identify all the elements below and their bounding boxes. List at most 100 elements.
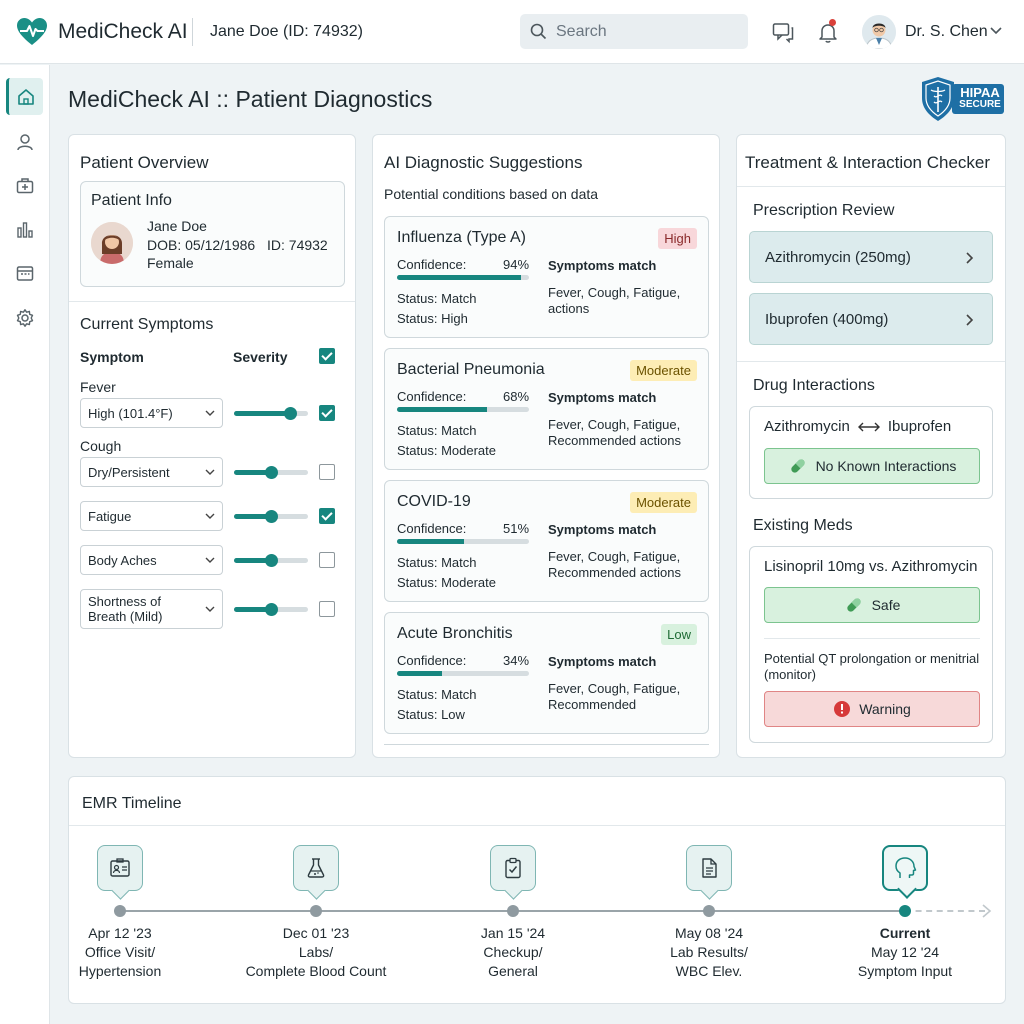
safe-label: Safe — [871, 597, 901, 613]
symptom-select[interactable]: Dry/Persistent — [80, 457, 223, 487]
symptom-checkbox[interactable] — [319, 508, 335, 524]
doctor-avatar-icon — [862, 15, 896, 49]
user-name[interactable]: Dr. S. Chen — [905, 23, 988, 41]
no-interactions-label: No Known Interactions — [815, 458, 957, 474]
likelihood-badge: Moderate — [630, 360, 697, 381]
prescription-item[interactable]: Azithromycin (250mg) — [749, 231, 993, 283]
notifications-button[interactable] — [816, 19, 840, 44]
confidence-label: Confidence: — [397, 653, 467, 668]
search-input[interactable] — [556, 14, 742, 49]
diagnosis-card[interactable]: Bacterial Pneumonia Moderate Confidence:… — [384, 348, 709, 470]
event-date: May 08 '24 — [674, 925, 744, 941]
symptom-select[interactable]: Body Aches — [80, 545, 223, 575]
no-interactions-status[interactable]: No Known Interactions — [764, 448, 980, 484]
card-title: Patient Overview — [80, 153, 209, 172]
sidebar-item-calendar[interactable] — [6, 254, 43, 291]
severity-slider[interactable] — [234, 407, 308, 420]
symptoms-match-title: Symptoms match — [548, 390, 657, 405]
id-card-icon — [110, 858, 130, 877]
chevron-down-icon — [205, 513, 215, 519]
chevron-down-icon[interactable] — [990, 26, 1002, 36]
drug-a: Azithromycin — [764, 418, 850, 435]
sidebar-item-analytics[interactable] — [6, 211, 43, 248]
symptoms-match-title: Symptoms match — [548, 258, 657, 273]
event-type: Office Visit/ — [84, 944, 156, 960]
divider — [737, 186, 1005, 187]
select-value: High (101.4°F) — [88, 405, 173, 421]
medical-kit-icon — [16, 177, 33, 193]
severity-slider[interactable] — [234, 510, 308, 523]
safe-status[interactable]: Safe — [764, 587, 980, 623]
severity-slider[interactable] — [234, 466, 308, 479]
sidebar — [0, 65, 50, 1024]
event-detail: Symptom Input — [857, 963, 953, 979]
symptom-checkbox[interactable] — [319, 552, 335, 568]
timeline-event-icon[interactable] — [293, 845, 339, 891]
swap-arrows-icon — [857, 422, 880, 431]
chevron-down-icon — [205, 606, 215, 612]
symptoms-match-title: Symptoms match — [548, 654, 657, 669]
diagnosis-name: Acute Bronchitis — [397, 625, 513, 642]
symptom-select[interactable]: Shortness of Breath (Mild) — [80, 589, 223, 629]
divider — [764, 638, 980, 639]
sidebar-item-settings[interactable] — [6, 299, 43, 336]
symptom-checkbox[interactable] — [319, 601, 335, 617]
event-date: Dec 01 '23 — [282, 925, 350, 941]
status-match: Status: Match — [397, 555, 477, 570]
status-match: Status: Match — [397, 687, 477, 702]
timeline-dot-current — [899, 905, 911, 917]
symptoms-match-text: Fever, Cough, Fatigue, actions — [548, 285, 681, 316]
existing-med-pair: Lisinopril 10mg vs. Azithromycin — [764, 558, 978, 575]
select-all-checkbox[interactable] — [319, 348, 335, 364]
warning-status[interactable]: Warning — [764, 691, 980, 727]
chevron-right-icon — [966, 252, 974, 264]
user-avatar[interactable] — [862, 15, 896, 49]
symptoms-match-text: Fever, Cough, Fatigue, Recommended — [548, 681, 681, 712]
prescription-name: Ibuprofen (400mg) — [765, 310, 889, 328]
timeline-event-icon[interactable] — [882, 845, 928, 891]
timeline-event-icon[interactable] — [490, 845, 536, 891]
symptom-select[interactable]: Fatigue — [80, 501, 223, 531]
chevron-down-icon — [205, 469, 215, 475]
sidebar-item-home[interactable] — [6, 78, 43, 115]
brand-name: MediCheck AI — [58, 20, 188, 43]
event-date: Apr 12 '23 — [88, 925, 152, 941]
likelihood-badge: Low — [661, 624, 697, 645]
diagnosis-card[interactable]: Influenza (Type A) High Confidence: 94% … — [384, 216, 709, 338]
timeline-event-icon[interactable] — [686, 845, 732, 891]
heart-pulse-logo-icon — [17, 18, 47, 45]
confidence-bar — [397, 539, 529, 544]
symptom-checkbox[interactable] — [319, 405, 335, 421]
warning-label: Warning — [859, 701, 911, 717]
interaction-box: Azithromycin Ibuprofen No Known Interact… — [749, 406, 993, 499]
sidebar-item-patients[interactable] — [6, 123, 43, 160]
event-type: Checkup/ — [483, 944, 543, 960]
symptoms-match-text: Fever, Cough, Fatigue, Recommended actio… — [548, 549, 681, 580]
prescription-item[interactable]: Ibuprofen (400mg) — [749, 293, 993, 345]
symptoms-match-title: Symptoms match — [548, 522, 657, 537]
event-type: Labs/ — [298, 944, 334, 960]
patient-id: ID: 74932 — [267, 237, 328, 253]
chevron-down-icon — [205, 557, 215, 563]
event-detail: WBC Elev. — [675, 963, 743, 979]
confidence-value: 94% — [503, 257, 530, 272]
symptom-select[interactable]: High (101.4°F) — [80, 398, 223, 428]
patient-overview-card: Patient Overview Patient Info Jane Doe D… — [68, 134, 356, 758]
severity-slider[interactable] — [234, 603, 308, 616]
patient-info-title: Patient Info — [91, 192, 172, 209]
diagnosis-card[interactable]: Acute Bronchitis Low Confidence: 34% Sta… — [384, 612, 709, 734]
event-date: Current — [879, 925, 931, 941]
timeline-event-icon[interactable] — [97, 845, 143, 891]
diagnosis-name: Influenza (Type A) — [397, 229, 526, 246]
sidebar-item-medical[interactable] — [6, 167, 43, 204]
user-icon — [16, 133, 33, 150]
status-level: Status: Moderate — [397, 443, 496, 458]
confidence-label: Confidence: — [397, 257, 467, 272]
severity-slider[interactable] — [234, 554, 308, 567]
search-box[interactable] — [520, 14, 748, 49]
chat-icon[interactable] — [771, 20, 795, 44]
clipboard-check-icon — [505, 857, 521, 879]
symptom-checkbox[interactable] — [319, 464, 335, 480]
diagnosis-card[interactable]: COVID-19 Moderate Confidence: 51% Status… — [384, 480, 709, 602]
confidence-value: 51% — [503, 521, 530, 536]
